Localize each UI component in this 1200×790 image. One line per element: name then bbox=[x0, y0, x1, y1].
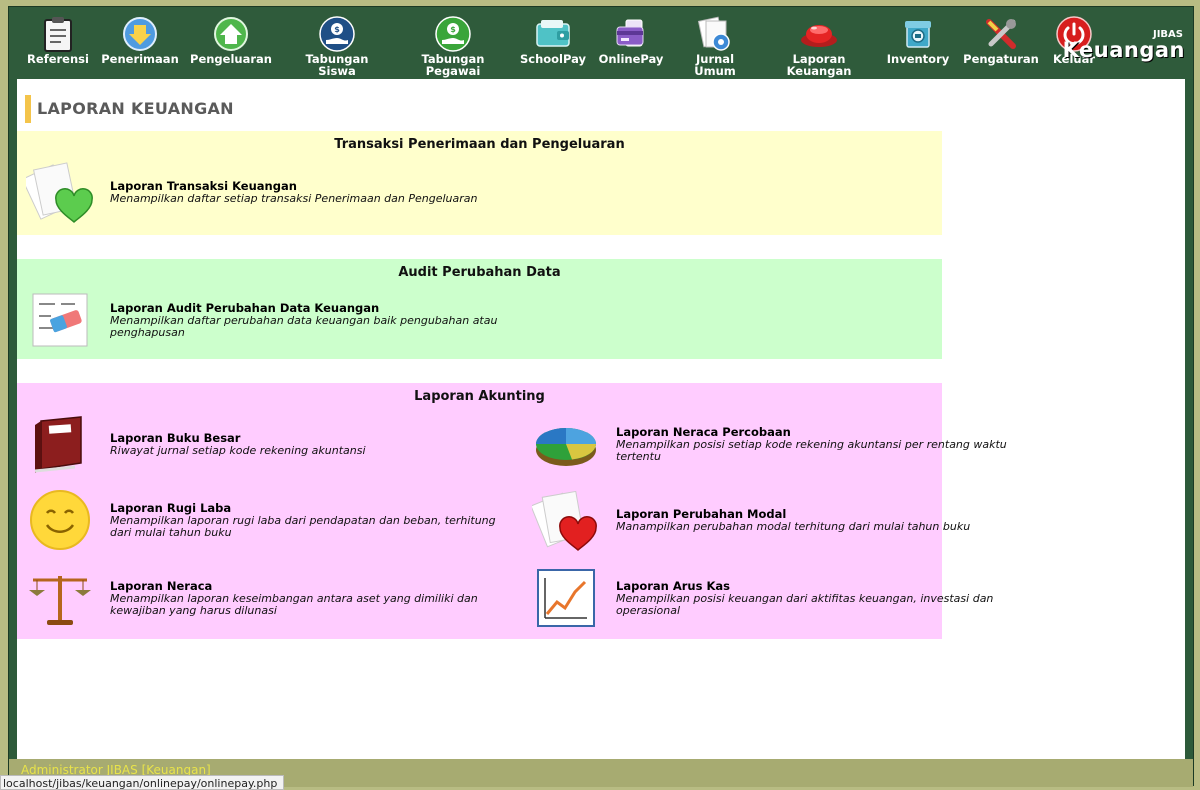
clipboard-icon bbox=[38, 15, 78, 53]
document-heart-icon bbox=[25, 159, 95, 225]
item-title: Laporan Arus Kas bbox=[616, 579, 730, 593]
toolbar-laporan-keuangan[interactable]: Laporan Keuangan bbox=[763, 7, 875, 79]
item-title: Laporan Neraca Percobaan bbox=[616, 425, 791, 439]
svg-text:$: $ bbox=[450, 25, 456, 34]
toolbar-label: OnlinePay bbox=[598, 52, 664, 66]
toolbar-inventory[interactable]: Inventory bbox=[875, 7, 961, 79]
eraser-document-icon bbox=[25, 287, 95, 353]
report-icon bbox=[799, 15, 839, 53]
toolbar-label: Tabungan Pegawai bbox=[421, 52, 485, 78]
item-description: Menampilkan daftar perubahan data keuang… bbox=[110, 314, 498, 339]
arrow-up-icon bbox=[211, 15, 251, 53]
toolbar-tabungan-pegawai[interactable]: $ Tabungan Pegawai bbox=[395, 7, 511, 79]
toolbar-label: Jurnal Umum bbox=[694, 52, 736, 78]
toolbar-penerimaan[interactable]: Penerimaan bbox=[97, 7, 183, 79]
report-item-neraca[interactable]: Laporan Neraca Menampilkan laporan kesei… bbox=[25, 565, 505, 631]
savings-student-icon: $ bbox=[317, 15, 357, 53]
item-title: Laporan Neraca bbox=[110, 579, 213, 593]
main-toolbar: Referensi Penerimaan Pengeluaran $ Tabun… bbox=[9, 7, 1193, 79]
toolbar-label: Pengeluaran bbox=[190, 52, 272, 66]
report-item-neraca-percobaan[interactable]: Laporan Neraca Percobaan Menampilkan pos… bbox=[531, 411, 1011, 477]
report-item-transaksi-keuangan[interactable]: Laporan Transaksi Keuangan Menampilkan d… bbox=[25, 159, 505, 225]
item-description: Riwayat jurnal setiap kode rekening akun… bbox=[110, 444, 366, 457]
balance-scale-icon bbox=[25, 565, 95, 631]
toolbar-label: Penerimaan bbox=[101, 52, 179, 66]
item-description: Menampilkan laporan keseimbangan antara … bbox=[110, 592, 478, 617]
main-content: LAPORAN KEUANGAN Transaksi Penerimaan da… bbox=[17, 79, 1185, 759]
item-description: Manampilkan perubahan modal terhitung da… bbox=[616, 520, 971, 533]
app-frame: Referensi Penerimaan Pengeluaran $ Tabun… bbox=[8, 6, 1194, 787]
report-item-arus-kas[interactable]: Laporan Arus Kas Menampilkan posisi keua… bbox=[531, 565, 1011, 631]
section-title: Transaksi Penerimaan dan Pengeluaran bbox=[334, 137, 625, 152]
toolbar-label: Laporan Keuangan bbox=[786, 52, 852, 78]
page-title: LAPORAN KEUANGAN bbox=[25, 95, 234, 123]
toolbar-pengeluaran[interactable]: Pengeluaran bbox=[183, 7, 279, 79]
ledger-book-icon bbox=[25, 411, 95, 477]
savings-employee-icon: $ bbox=[433, 15, 473, 53]
toolbar-referensi[interactable]: Referensi bbox=[19, 7, 97, 79]
section-audit: Audit Perubahan Data Laporan Audit Perub… bbox=[17, 259, 942, 359]
section-title: Laporan Akunting bbox=[414, 389, 545, 404]
card-icon bbox=[611, 15, 651, 53]
item-title: Laporan Rugi Laba bbox=[110, 501, 232, 515]
inventory-icon bbox=[898, 15, 938, 53]
toolbar-label: Inventory bbox=[886, 52, 950, 66]
item-title: Laporan Audit Perubahan Data Keuangan bbox=[110, 301, 380, 315]
line-chart-icon bbox=[531, 565, 601, 631]
journal-icon bbox=[695, 15, 735, 53]
item-title: Laporan Buku Besar bbox=[110, 431, 241, 445]
report-item-buku-besar[interactable]: Laporan Buku Besar Riwayat jurnal setiap… bbox=[25, 411, 505, 477]
browser-status-url: localhost/jibas/keuangan/onlinepay/onlin… bbox=[0, 775, 285, 790]
document-red-heart-icon bbox=[531, 487, 601, 553]
report-item-audit-perubahan[interactable]: Laporan Audit Perubahan Data Keuangan Me… bbox=[25, 287, 505, 353]
section-akunting: Laporan Akunting Laporan Buku Besar Riwa… bbox=[17, 383, 1007, 639]
item-description: Menampilkan posisi keuangan dari aktifit… bbox=[616, 592, 994, 617]
item-description: Menampilkan laporan rugi laba dari penda… bbox=[110, 514, 496, 539]
pie-chart-icon bbox=[531, 411, 601, 477]
arrow-down-icon bbox=[120, 15, 160, 53]
toolbar-label: Tabungan Siswa bbox=[305, 52, 369, 78]
smiley-icon bbox=[25, 487, 95, 553]
section-title: Audit Perubahan Data bbox=[398, 265, 561, 280]
section-transaksi: Transaksi Penerimaan dan Pengeluaran Lap… bbox=[17, 131, 942, 235]
toolbar-pengaturan[interactable]: Pengaturan bbox=[961, 7, 1041, 79]
toolbar-label: SchoolPay bbox=[519, 52, 587, 66]
toolbar-label: Referensi bbox=[27, 52, 89, 66]
toolbar-onlinepay[interactable]: OnlinePay bbox=[595, 7, 667, 79]
tools-icon bbox=[981, 15, 1021, 53]
report-item-perubahan-modal[interactable]: Laporan Perubahan Modal Manampilkan peru… bbox=[531, 487, 1011, 553]
brand-big-text: Keuangan bbox=[1062, 38, 1185, 62]
toolbar-tabungan-siswa[interactable]: $ Tabungan Siswa bbox=[279, 7, 395, 79]
toolbar-jurnal-umum[interactable]: Jurnal Umum bbox=[667, 7, 763, 79]
wallet-icon bbox=[533, 15, 573, 53]
report-item-rugi-laba[interactable]: Laporan Rugi Laba Menampilkan laporan ru… bbox=[25, 487, 505, 553]
item-description: Menampilkan daftar setiap transaksi Pene… bbox=[110, 192, 478, 205]
item-title: Laporan Transaksi Keuangan bbox=[110, 179, 297, 193]
toolbar-label: Pengaturan bbox=[963, 52, 1039, 66]
brand-logo: JIBAS Keuangan bbox=[1063, 29, 1185, 61]
item-title: Laporan Perubahan Modal bbox=[616, 507, 787, 521]
svg-text:$: $ bbox=[334, 25, 340, 34]
toolbar-schoolpay[interactable]: SchoolPay bbox=[511, 7, 595, 79]
item-description: Menampilkan posisi setiap kode rekening … bbox=[616, 438, 1007, 463]
